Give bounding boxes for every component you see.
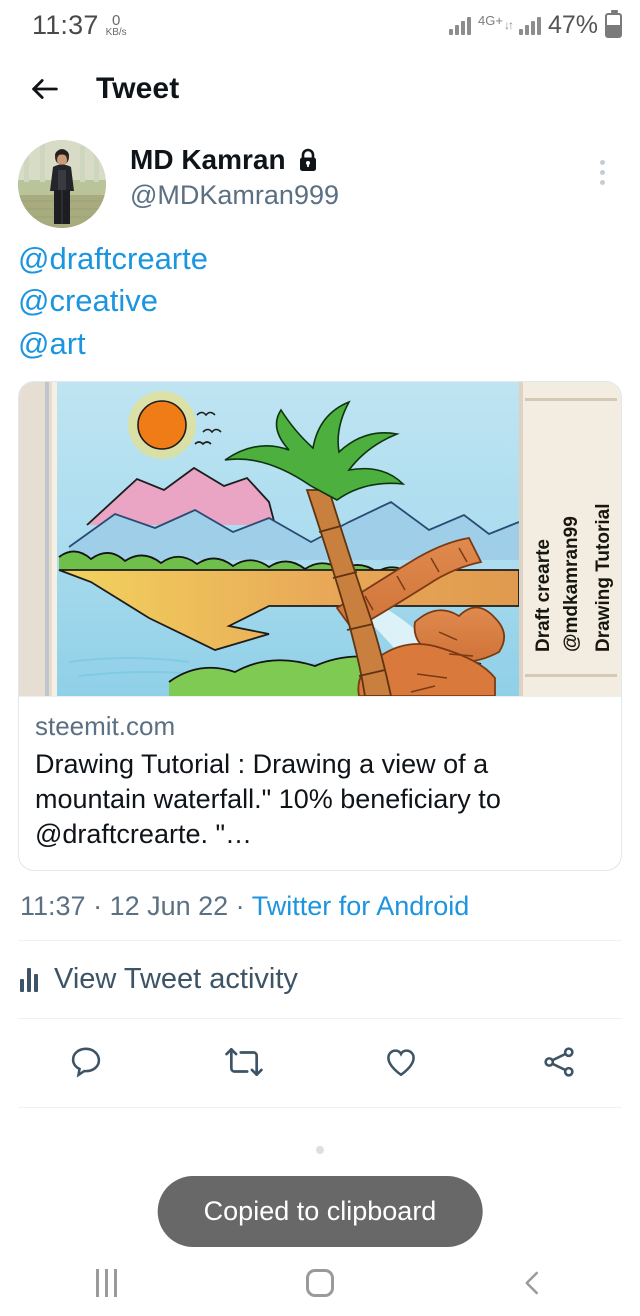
more-vertical-icon[interactable] bbox=[582, 140, 622, 196]
bar-chart-icon bbox=[20, 966, 38, 993]
like-button[interactable] bbox=[378, 1039, 424, 1085]
status-bar-right: 4G+ ↓↑ 47% bbox=[449, 9, 622, 40]
tweet-date: 12 Jun 22 bbox=[109, 890, 229, 921]
battery-percent-label: 47% bbox=[547, 10, 598, 39]
svg-text:@mdkamran99: @mdkamran99 bbox=[561, 517, 582, 653]
network-type-label: 4G+ bbox=[478, 12, 503, 28]
avatar[interactable] bbox=[18, 140, 106, 228]
link-preview-image[interactable]: Draft crearte @mdkamran99 Drawing Tutori… bbox=[19, 382, 621, 697]
signal-bars-secondary-icon bbox=[518, 16, 541, 35]
network-speed-value: 0 bbox=[111, 11, 121, 29]
tweet-time: 11:37 bbox=[20, 890, 86, 921]
tweet-detail: MD Kamran @MDKamran999 @draftcrearte @cr… bbox=[0, 128, 640, 1154]
tweet-author-row: MD Kamran @MDKamran999 bbox=[18, 128, 622, 228]
reply-button[interactable] bbox=[63, 1039, 109, 1085]
status-bar: 11:37 0 KB/s 4G+ ↓↑ 47% bbox=[0, 0, 640, 50]
mention-link-creative[interactable]: @creative bbox=[18, 280, 622, 322]
recents-icon bbox=[96, 1269, 118, 1297]
status-clock: 11:37 bbox=[32, 9, 99, 40]
tweet-source[interactable]: Twitter for Android bbox=[252, 891, 470, 921]
retweet-button[interactable] bbox=[221, 1039, 267, 1085]
meta-sep-1: · bbox=[85, 890, 110, 921]
loading-indicator bbox=[18, 1108, 622, 1154]
back-button[interactable] bbox=[28, 72, 62, 106]
lock-icon bbox=[296, 147, 320, 173]
toast-message: Copied to clipboard bbox=[157, 1176, 483, 1247]
link-preview-domain: steemit.com bbox=[35, 711, 176, 742]
network-type-icon: 4G+ ↓↑ bbox=[478, 14, 514, 32]
recents-button[interactable] bbox=[67, 1260, 147, 1306]
link-preview-body: steemit.com Drawing Tutorial : Drawing a… bbox=[19, 696, 621, 869]
data-transfer-arrows-icon: ↓↑ bbox=[503, 18, 514, 32]
home-button[interactable] bbox=[280, 1260, 360, 1306]
tweet-body: @draftcrearte @creative @art bbox=[18, 238, 622, 365]
home-icon bbox=[305, 1269, 334, 1297]
app-header: Tweet bbox=[0, 50, 640, 128]
mention-link-art[interactable]: @art bbox=[18, 323, 622, 365]
svg-text:Draft crearte: Draft crearte bbox=[533, 539, 554, 652]
system-navigation-bar bbox=[0, 1250, 640, 1316]
loading-dot bbox=[316, 1145, 324, 1154]
chevron-left-icon bbox=[525, 1271, 539, 1295]
author-display-name[interactable]: MD Kamran bbox=[130, 144, 286, 176]
link-preview-title: Drawing Tutorial : Drawing a view of a m… bbox=[35, 748, 501, 849]
page-title: Tweet bbox=[96, 72, 180, 105]
system-back-button[interactable] bbox=[493, 1260, 573, 1306]
tweet-meta: 11:37 · 12 Jun 22 · Twitter for Android bbox=[18, 871, 622, 940]
author-handle[interactable]: @MDKamran999 bbox=[130, 180, 582, 211]
view-tweet-activity-button[interactable]: View Tweet activity bbox=[18, 941, 622, 1018]
mention-link-draftcrearte[interactable]: @draftcrearte bbox=[18, 238, 622, 280]
network-speed-indicator: 0 KB/s bbox=[106, 13, 127, 38]
meta-sep-2: · bbox=[228, 890, 252, 921]
svg-text:Drawing Tutorial: Drawing Tutorial bbox=[593, 504, 614, 652]
tweet-actions bbox=[18, 1019, 622, 1107]
author-meta: MD Kamran @MDKamran999 bbox=[130, 140, 582, 211]
share-button[interactable] bbox=[536, 1039, 582, 1085]
network-speed-unit: KB/s bbox=[105, 26, 127, 38]
status-bar-left: 11:37 0 KB/s bbox=[32, 10, 127, 41]
battery-icon bbox=[605, 9, 622, 38]
link-preview-card[interactable]: Draft crearte @mdkamran99 Drawing Tutori… bbox=[18, 381, 622, 871]
view-tweet-activity-label: View Tweet activity bbox=[54, 962, 298, 995]
signal-bars-icon bbox=[449, 16, 472, 35]
author-name-line: MD Kamran bbox=[130, 144, 582, 176]
